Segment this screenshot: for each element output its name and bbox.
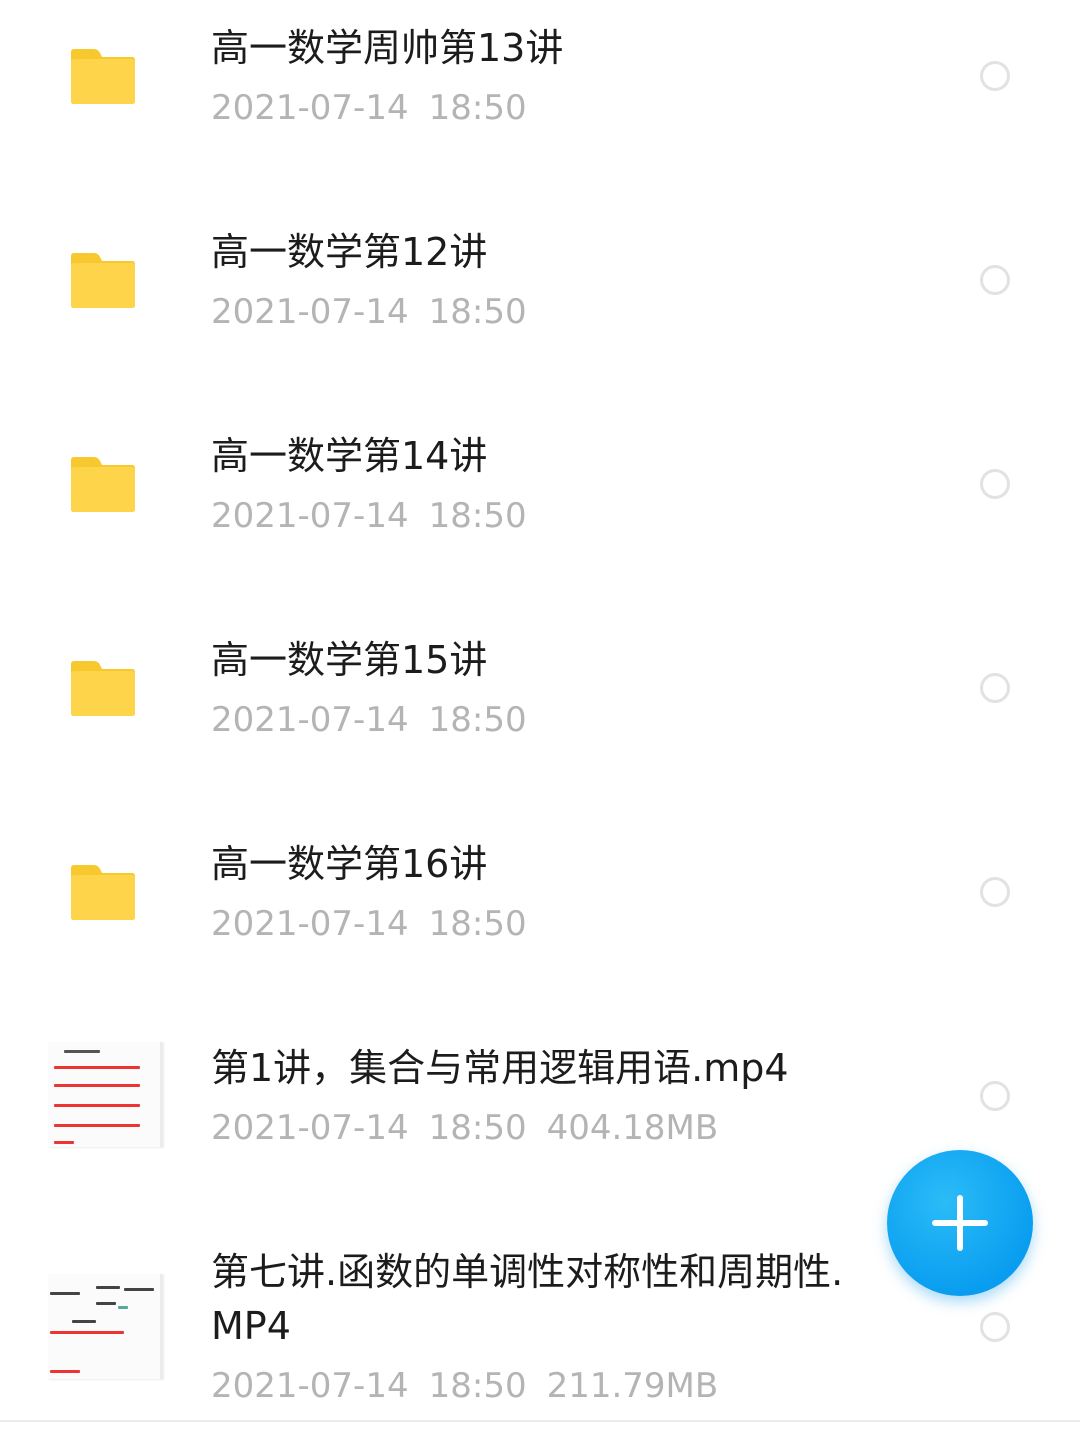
file-row[interactable]: 高一数学第12讲 2021-07-14 18:50 — [0, 204, 1080, 408]
file-date: 2021-07-14 — [211, 496, 409, 536]
file-meta: 2021-07-14 18:50 — [211, 902, 861, 946]
file-name: 第七讲.函数的单调性对称性和周期性.MP4 — [211, 1250, 844, 1348]
file-size: 211.79MB — [546, 1366, 719, 1406]
video-thumbnail — [48, 1042, 163, 1147]
file-row[interactable]: 高一数学第16讲 2021-07-14 18:50 — [0, 816, 1080, 1020]
file-info: 高一数学第12讲 2021-07-14 18:50 — [211, 225, 861, 334]
folder-icon — [70, 251, 140, 311]
radio-circle-icon[interactable] — [980, 673, 1010, 703]
file-row[interactable]: 高一数学周帅第13讲 2021-07-14 18:50 — [0, 0, 1080, 204]
radio-circle-icon[interactable] — [980, 265, 1010, 295]
file-time: 18:50 — [428, 904, 527, 944]
file-name: 高一数学第12讲 — [211, 230, 488, 274]
file-time: 18:50 — [428, 700, 527, 740]
file-meta: 2021-07-14 18:50 — [211, 494, 861, 538]
video-thumbnail — [48, 1274, 163, 1379]
folder-icon — [70, 659, 140, 719]
folder-icon — [70, 863, 140, 923]
file-info: 高一数学第15讲 2021-07-14 18:50 — [211, 633, 861, 742]
file-row[interactable]: 高一数学第14讲 2021-07-14 18:50 — [0, 408, 1080, 612]
add-button[interactable] — [887, 1150, 1033, 1296]
divider — [0, 1420, 1080, 1422]
file-name: 高一数学第14讲 — [211, 434, 488, 478]
file-date: 2021-07-14 — [211, 904, 409, 944]
folder-icon — [70, 455, 140, 515]
file-meta: 2021-07-14 18:50 404.18MB — [211, 1106, 861, 1150]
file-row[interactable]: 高一数学第15讲 2021-07-14 18:50 — [0, 612, 1080, 816]
file-date: 2021-07-14 — [211, 88, 409, 128]
radio-circle-icon[interactable] — [980, 1312, 1010, 1342]
file-info: 第七讲.函数的单调性对称性和周期性.MP4 2021-07-14 18:50 211… — [211, 1245, 861, 1408]
file-time: 18:50 — [428, 292, 527, 332]
file-time: 18:50 — [428, 1108, 527, 1148]
radio-circle-icon[interactable] — [980, 1081, 1010, 1111]
file-name: 高一数学周帅第13讲 — [211, 26, 564, 70]
file-meta: 2021-07-14 18:50 211.79MB — [211, 1364, 861, 1408]
file-meta: 2021-07-14 18:50 — [211, 698, 861, 742]
file-time: 18:50 — [428, 88, 527, 128]
file-info: 高一数学第16讲 2021-07-14 18:50 — [211, 837, 861, 946]
file-date: 2021-07-14 — [211, 700, 409, 740]
file-name: 第1讲，集合与常用逻辑用语.mp4 — [211, 1046, 789, 1090]
file-time: 18:50 — [428, 1366, 527, 1406]
file-meta: 2021-07-14 18:50 — [211, 290, 861, 334]
file-date: 2021-07-14 — [211, 292, 409, 332]
radio-circle-icon[interactable] — [980, 469, 1010, 499]
file-size: 404.18MB — [546, 1108, 719, 1148]
file-date: 2021-07-14 — [211, 1108, 409, 1148]
file-info: 第1讲，集合与常用逻辑用语.mp4 2021-07-14 18:50 404.18M… — [211, 1041, 861, 1150]
file-date: 2021-07-14 — [211, 1366, 409, 1406]
file-meta: 2021-07-14 18:50 — [211, 86, 861, 130]
file-name: 高一数学第15讲 — [211, 638, 488, 682]
file-info: 高一数学周帅第13讲 2021-07-14 18:50 — [211, 21, 861, 130]
file-time: 18:50 — [428, 496, 527, 536]
radio-circle-icon[interactable] — [980, 877, 1010, 907]
radio-circle-icon[interactable] — [980, 61, 1010, 91]
folder-icon — [70, 47, 140, 107]
file-name: 高一数学第16讲 — [211, 842, 488, 886]
file-info: 高一数学第14讲 2021-07-14 18:50 — [211, 429, 861, 538]
